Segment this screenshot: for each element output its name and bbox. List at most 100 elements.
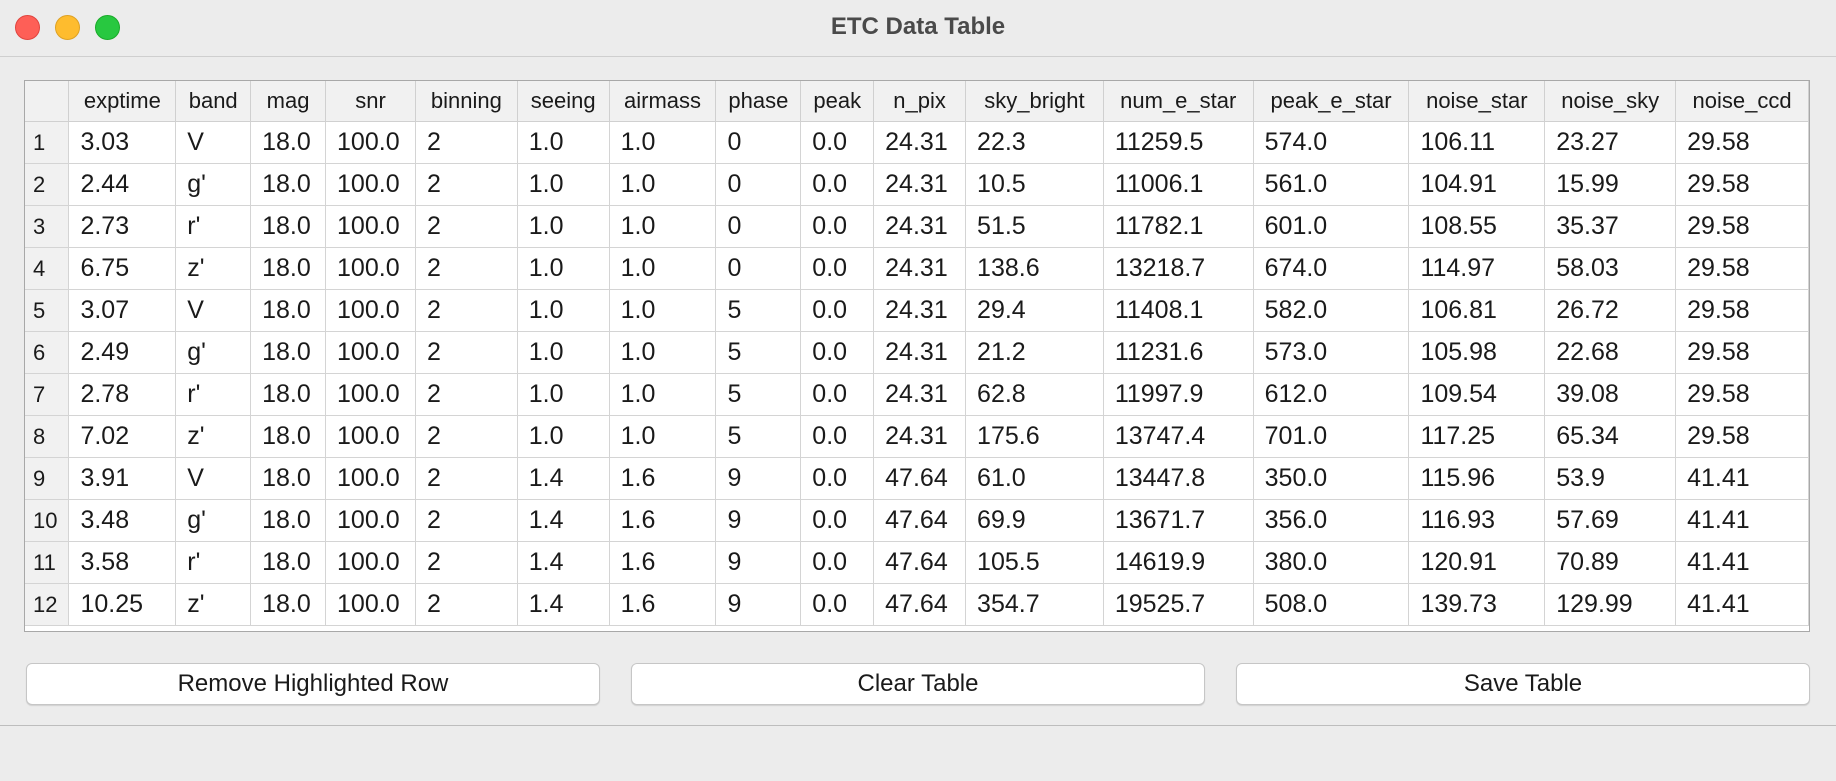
table-cell-noise-sky[interactable]: 23.27 — [1544, 121, 1677, 164]
table-cell-phase[interactable]: 9 — [715, 541, 802, 584]
table-row[interactable]: 6 2.49 g' 18.0 100.0 2 1.0 1.0 5 0.0 24.31 21.2 1123… — [25, 331, 1809, 374]
column-header-n-pix[interactable]: n_pix — [873, 81, 967, 122]
row-header[interactable]: 4 — [25, 247, 70, 290]
table-cell-num-e-star[interactable]: 11231.6 — [1103, 331, 1254, 374]
table-cell-num-e-star[interactable]: 11997.9 — [1103, 373, 1254, 416]
table-cell-noise-star[interactable]: 120.91 — [1408, 541, 1546, 584]
table-row[interactable]: 7 2.78 r' 18.0 100.0 2 1.0 1.0 5 0.0 24.31 62.8 1199… — [25, 373, 1809, 416]
table-cell-sky-bright[interactable]: 22.3 — [965, 121, 1104, 164]
table-cell-mag[interactable]: 18.0 — [250, 247, 327, 290]
table-cell-n-pix[interactable]: 24.31 — [873, 289, 967, 332]
column-header-snr[interactable]: snr — [325, 81, 416, 122]
clear-table-button[interactable]: Clear Table — [631, 663, 1205, 705]
table-cell-exptime[interactable]: 2.73 — [68, 205, 177, 248]
table-cell-band[interactable]: r' — [175, 541, 252, 584]
table-cell-airmass[interactable]: 1.0 — [609, 205, 717, 248]
table-row[interactable]: 1 3.03 V 18.0 100.0 2 1.0 1.0 0 0.0 24.31 22.3 11259… — [25, 121, 1809, 164]
table-cell-sky-bright[interactable]: 10.5 — [965, 163, 1104, 206]
table-cell-band[interactable]: r' — [175, 373, 252, 416]
table-cell-seeing[interactable]: 1.4 — [517, 457, 610, 500]
table-cell-noise-sky[interactable]: 65.34 — [1544, 415, 1677, 458]
table-cell-seeing[interactable]: 1.0 — [517, 205, 610, 248]
table-cell-peak-e-star[interactable]: 674.0 — [1253, 247, 1410, 290]
column-header-band[interactable]: band — [175, 81, 252, 122]
table-cell-peak[interactable]: 0.0 — [800, 331, 875, 374]
table-cell-airmass[interactable]: 1.0 — [609, 331, 717, 374]
table-cell-airmass[interactable]: 1.0 — [609, 373, 717, 416]
table-cell-noise-ccd[interactable]: 41.41 — [1675, 457, 1809, 500]
row-header[interactable]: 1 — [25, 121, 70, 164]
table-cell-phase[interactable]: 5 — [715, 373, 802, 416]
table-cell-phase[interactable]: 5 — [715, 415, 802, 458]
table-cell-exptime[interactable]: 3.03 — [68, 121, 177, 164]
table-cell-peak-e-star[interactable]: 573.0 — [1253, 331, 1410, 374]
table-cell-num-e-star[interactable]: 13447.8 — [1103, 457, 1254, 500]
table-cell-mag[interactable]: 18.0 — [250, 583, 327, 626]
table-cell-exptime[interactable]: 6.75 — [68, 247, 177, 290]
table-cell-noise-ccd[interactable]: 29.58 — [1675, 415, 1809, 458]
table-cell-peak-e-star[interactable]: 582.0 — [1253, 289, 1410, 332]
column-header-noise-sky[interactable]: noise_sky — [1544, 81, 1677, 122]
table-cell-n-pix[interactable]: 24.31 — [873, 415, 967, 458]
table-cell-phase[interactable]: 5 — [715, 331, 802, 374]
table-cell-binning[interactable]: 2 — [415, 331, 518, 374]
table-cell-seeing[interactable]: 1.0 — [517, 331, 610, 374]
table-cell-noise-star[interactable]: 117.25 — [1408, 415, 1546, 458]
table-row[interactable]: 8 7.02 z' 18.0 100.0 2 1.0 1.0 5 0.0 24.31 175.6 137… — [25, 415, 1809, 458]
table-cell-noise-star[interactable]: 116.93 — [1408, 499, 1546, 542]
column-header-peak[interactable]: peak — [800, 81, 875, 122]
table-cell-peak-e-star[interactable]: 356.0 — [1253, 499, 1410, 542]
table-cell-snr[interactable]: 100.0 — [325, 499, 416, 542]
table-cell-seeing[interactable]: 1.4 — [517, 499, 610, 542]
table-cell-noise-ccd[interactable]: 29.58 — [1675, 373, 1809, 416]
table-cell-peak[interactable]: 0.0 — [800, 373, 875, 416]
table-cell-exptime[interactable]: 3.91 — [68, 457, 177, 500]
table-cell-noise-star[interactable]: 106.11 — [1408, 121, 1546, 164]
table-cell-n-pix[interactable]: 47.64 — [873, 499, 967, 542]
table-cell-exptime[interactable]: 3.58 — [68, 541, 177, 584]
table-row[interactable]: 4 6.75 z' 18.0 100.0 2 1.0 1.0 0 0.0 24.31 138.6 132… — [25, 247, 1809, 290]
table-cell-noise-sky[interactable]: 57.69 — [1544, 499, 1677, 542]
table-cell-binning[interactable]: 2 — [415, 247, 518, 290]
table-cell-phase[interactable]: 0 — [715, 205, 802, 248]
table-cell-num-e-star[interactable]: 19525.7 — [1103, 583, 1254, 626]
table-cell-snr[interactable]: 100.0 — [325, 289, 416, 332]
table-cell-noise-star[interactable]: 106.81 — [1408, 289, 1546, 332]
table-cell-seeing[interactable]: 1.0 — [517, 121, 610, 164]
table-cell-sky-bright[interactable]: 175.6 — [965, 415, 1104, 458]
table-cell-airmass[interactable]: 1.0 — [609, 289, 717, 332]
column-header-mag[interactable]: mag — [250, 81, 327, 122]
table-cell-peak-e-star[interactable]: 561.0 — [1253, 163, 1410, 206]
table-cell-exptime[interactable]: 7.02 — [68, 415, 177, 458]
table-cell-noise-ccd[interactable]: 29.58 — [1675, 331, 1809, 374]
table-cell-binning[interactable]: 2 — [415, 499, 518, 542]
table-cell-band[interactable]: z' — [175, 247, 252, 290]
table-cell-phase[interactable]: 0 — [715, 247, 802, 290]
table-cell-snr[interactable]: 100.0 — [325, 247, 416, 290]
table-cell-phase[interactable]: 0 — [715, 163, 802, 206]
table-cell-mag[interactable]: 18.0 — [250, 289, 327, 332]
table-cell-peak[interactable]: 0.0 — [800, 583, 875, 626]
table-cell-snr[interactable]: 100.0 — [325, 415, 416, 458]
table-cell-binning[interactable]: 2 — [415, 583, 518, 626]
table-cell-peak-e-star[interactable]: 574.0 — [1253, 121, 1410, 164]
table-cell-binning[interactable]: 2 — [415, 163, 518, 206]
table-cell-phase[interactable]: 5 — [715, 289, 802, 332]
table-cell-band[interactable]: V — [175, 121, 252, 164]
table-cell-snr[interactable]: 100.0 — [325, 331, 416, 374]
table-cell-exptime[interactable]: 3.07 — [68, 289, 177, 332]
table-cell-binning[interactable]: 2 — [415, 121, 518, 164]
table-cell-phase[interactable]: 0 — [715, 121, 802, 164]
table-cell-noise-sky[interactable]: 22.68 — [1544, 331, 1677, 374]
table-cell-seeing[interactable]: 1.4 — [517, 583, 610, 626]
column-header-peak-e-star[interactable]: peak_e_star — [1253, 81, 1410, 122]
row-header[interactable]: 10 — [25, 499, 70, 542]
row-header[interactable]: 12 — [25, 583, 70, 626]
table-cell-num-e-star[interactable]: 11408.1 — [1103, 289, 1254, 332]
table-cell-n-pix[interactable]: 24.31 — [873, 247, 967, 290]
table-cell-peak-e-star[interactable]: 380.0 — [1253, 541, 1410, 584]
table-cell-sky-bright[interactable]: 105.5 — [965, 541, 1104, 584]
table-cell-exptime[interactable]: 3.48 — [68, 499, 177, 542]
column-header-airmass[interactable]: airmass — [609, 81, 717, 122]
table-row[interactable]: 10 3.48 g' 18.0 100.0 2 1.4 1.6 9 0.0 47.64 69.9 136… — [25, 499, 1809, 542]
